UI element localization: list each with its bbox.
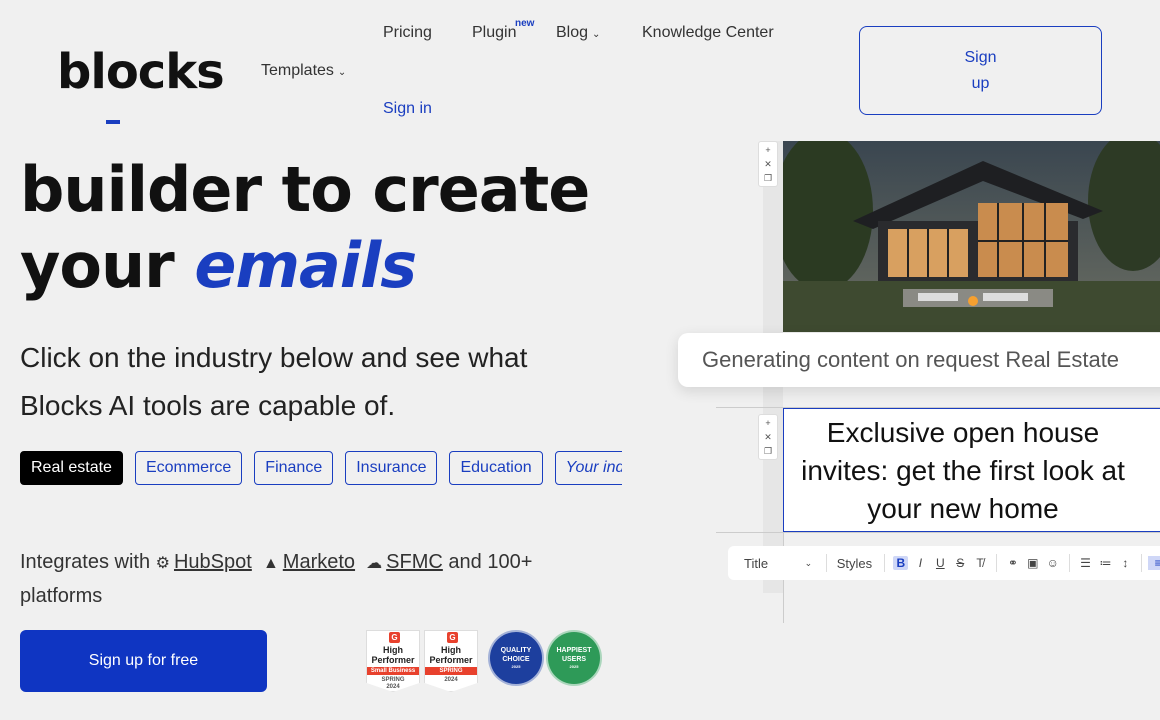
toolbar-separator bbox=[825, 554, 827, 572]
underline-icon[interactable]: U bbox=[930, 556, 950, 570]
bold-icon[interactable]: B bbox=[893, 556, 909, 570]
add-icon[interactable]: + bbox=[759, 143, 777, 157]
bullet-list-icon[interactable]: ☰ bbox=[1076, 556, 1096, 570]
nav-templates[interactable]: Templates ⌄ bbox=[261, 62, 346, 80]
integrations-prefix: Integrates with bbox=[20, 551, 151, 573]
hero-heading: builder to create your emails bbox=[20, 152, 590, 304]
salesforce-icon: ☁ bbox=[366, 555, 383, 572]
g2-badge-small-business: G High Performer Small Business SPRING 2… bbox=[366, 630, 420, 692]
hubspot-icon: ⚙ bbox=[155, 555, 170, 572]
sign-up-line-2: up bbox=[971, 74, 990, 92]
badge-text: Performer bbox=[429, 655, 473, 665]
close-icon[interactable]: ✕ bbox=[759, 430, 777, 444]
badge-text: QUALITY bbox=[500, 647, 532, 654]
blocks-logo[interactable]: blocks bbox=[57, 44, 225, 100]
marketo-icon: ▲ bbox=[262, 555, 279, 572]
toolbar-separator bbox=[1141, 554, 1143, 572]
nav-blog-label: Blog bbox=[556, 24, 589, 41]
badge-text: Performer bbox=[371, 655, 415, 665]
sign-up-label: Sign up bbox=[961, 45, 1001, 97]
emoji-icon[interactable]: ☺ bbox=[1043, 556, 1063, 570]
chip-ecommerce[interactable]: Ecommerce bbox=[134, 451, 243, 485]
house-illustration bbox=[783, 141, 1160, 332]
nav-knowledge-center[interactable]: Knowledge Center bbox=[642, 24, 774, 42]
badge-year: 2025 bbox=[569, 664, 579, 669]
badge-text: CHOICE bbox=[502, 656, 530, 663]
block-controls: + ✕ ❐ bbox=[758, 141, 778, 187]
chip-finance[interactable]: Finance bbox=[254, 451, 334, 485]
add-icon[interactable]: + bbox=[759, 416, 777, 430]
chevron-down-icon: ⌄ bbox=[592, 29, 601, 40]
nav-templates-label: Templates bbox=[261, 62, 334, 79]
image-icon[interactable]: ▣ bbox=[1023, 556, 1043, 570]
toolbar-separator bbox=[884, 554, 886, 572]
badge-text: HAPPIEST bbox=[556, 647, 592, 654]
italic-icon[interactable]: I bbox=[910, 556, 930, 570]
hero-line-2: your emails bbox=[20, 228, 589, 304]
numbered-list-icon[interactable]: ≔ bbox=[1096, 556, 1116, 570]
chip-insurance[interactable]: Insurance bbox=[345, 451, 438, 485]
chip-your-industry[interactable]: Your industry bbox=[554, 451, 622, 485]
badge-year: 2024 bbox=[386, 684, 400, 690]
quality-choice-badge: QUALITY CHOICE 2025 bbox=[488, 630, 544, 686]
nav-pricing[interactable]: Pricing bbox=[383, 24, 432, 42]
block-controls: + ✕ ❐ bbox=[758, 414, 778, 460]
nav-sign-in[interactable]: Sign in bbox=[383, 100, 432, 118]
email-headline-block[interactable]: Exclusive open house invites: get the fi… bbox=[783, 408, 1160, 532]
g2-icon: G bbox=[447, 632, 458, 643]
hero-line-1: builder to create bbox=[20, 153, 590, 226]
block-type-select[interactable]: Title bbox=[744, 556, 805, 571]
sign-up-free-button[interactable]: Sign up for free bbox=[20, 630, 267, 692]
badge-year: 2025 bbox=[511, 664, 521, 669]
g2-badge-spring: G High Performer SPRING 2024 bbox=[424, 630, 478, 692]
styles-select[interactable]: Styles bbox=[837, 556, 879, 571]
badge-text: High bbox=[383, 645, 403, 655]
text-toolbar: Title ⌄ Styles B I U S T̸ ⚭ ▣ ☺ ☰ ≔ ↕ ≡ bbox=[728, 546, 1160, 580]
marketo-link[interactable]: Marketo bbox=[283, 551, 355, 573]
hero-line-2-plain: your bbox=[20, 229, 195, 302]
happiest-users-badge: HAPPIEST USERS 2025 bbox=[546, 630, 602, 686]
badge-text: High bbox=[441, 645, 461, 655]
new-badge: new bbox=[515, 18, 535, 29]
sign-up-button[interactable]: Sign up bbox=[859, 26, 1102, 115]
industry-chips: Real estate Ecommerce Finance Insurance … bbox=[20, 451, 622, 487]
copy-icon[interactable]: ❐ bbox=[759, 171, 777, 185]
house-photo bbox=[783, 141, 1160, 332]
toolbar-separator bbox=[996, 554, 997, 572]
nav-plugin[interactable]: Plugin bbox=[472, 24, 516, 42]
ai-generating-status: Generating content on request Real Estat… bbox=[678, 333, 1160, 387]
badge-band: SPRING bbox=[425, 667, 477, 675]
g2-icon: G bbox=[389, 632, 400, 643]
close-icon[interactable]: ✕ bbox=[759, 157, 777, 171]
chevron-down-icon[interactable]: ⌄ bbox=[805, 558, 820, 569]
copy-icon[interactable]: ❐ bbox=[759, 444, 777, 458]
hero-partial-glyph bbox=[106, 120, 120, 124]
align-left-icon[interactable]: ≡ bbox=[1148, 556, 1160, 570]
sign-up-line-1: Sign bbox=[964, 48, 997, 66]
editor-row-line bbox=[716, 532, 1160, 533]
hero-emphasis: emails bbox=[194, 229, 417, 302]
toolbar-separator bbox=[1068, 554, 1070, 572]
badge-band: Small Business bbox=[367, 667, 419, 675]
chevron-down-icon: ⌄ bbox=[337, 67, 347, 78]
badge-season: SPRING bbox=[381, 677, 405, 683]
chip-education[interactable]: Education bbox=[449, 451, 543, 485]
integrations-line: Integrates with ⚙ HubSpot ▲ Marketo ☁ SFMC … bbox=[20, 546, 600, 612]
clear-format-icon[interactable]: T̸ bbox=[970, 556, 990, 570]
strikethrough-icon[interactable]: S bbox=[950, 556, 970, 570]
chip-real-estate[interactable]: Real estate bbox=[20, 451, 123, 485]
nav-blog[interactable]: Blog ⌄ bbox=[556, 24, 600, 42]
hero-subtitle: Click on the industry below and see what… bbox=[20, 342, 528, 421]
line-height-icon[interactable]: ↕ bbox=[1115, 556, 1135, 570]
link-icon[interactable]: ⚭ bbox=[1003, 556, 1023, 570]
hubspot-link[interactable]: HubSpot bbox=[174, 551, 252, 573]
badge-year: 2024 bbox=[444, 677, 458, 683]
badge-text: USERS bbox=[561, 656, 587, 663]
sfmc-link[interactable]: SFMC bbox=[386, 551, 443, 573]
